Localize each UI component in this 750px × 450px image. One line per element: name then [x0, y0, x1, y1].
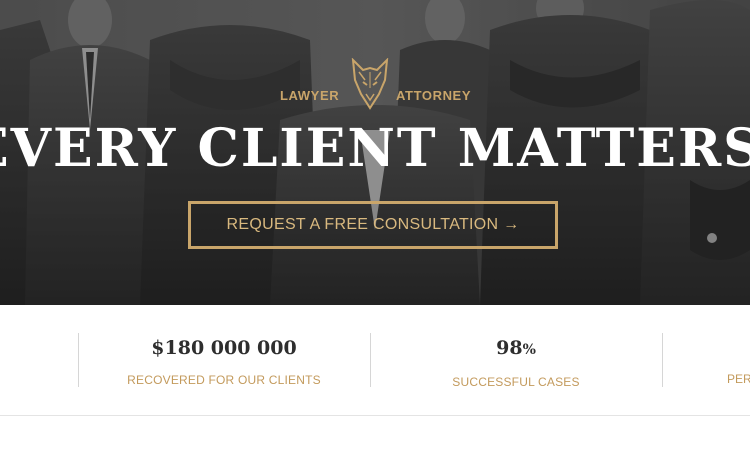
stat-label: RECOVERED FOR OUR CLIENTS [127, 373, 321, 387]
landing-page: LAWYER ATTORNEY EVERY CLIENT MATTERS. RE… [0, 0, 750, 450]
brand-lockup[interactable]: LAWYER ATTORNEY [0, 58, 750, 110]
stat-value: 98% [371, 335, 661, 363]
brand-text-right: ATTORNEY [396, 88, 472, 103]
brand-text-left: LAWYER [280, 88, 340, 103]
request-consultation-button[interactable]: REQUEST A FREE CONSULTATION → [188, 201, 558, 249]
stats-divider [662, 333, 663, 387]
stat-label: SUCCESSFUL CASES [452, 375, 580, 389]
hero-headline: EVERY CLIENT MATTERS. [0, 118, 750, 179]
stat-label-partial: PER [727, 372, 750, 386]
fox-head-icon [351, 58, 389, 110]
hero-section: LAWYER ATTORNEY EVERY CLIENT MATTERS. RE… [0, 0, 750, 305]
stat-suffix: % [522, 342, 536, 358]
stat-value: $180 000 000 [151, 337, 297, 359]
stat-number: 98 [496, 337, 523, 359]
stat-recovered: $180 000 000 RECOVERED FOR OUR CLIENTS [79, 335, 369, 387]
stat-successful-cases: 98% SUCCESSFUL CASES [371, 335, 661, 389]
stats-bar: $180 000 000 RECOVERED FOR OUR CLIENTS 9… [0, 305, 750, 416]
